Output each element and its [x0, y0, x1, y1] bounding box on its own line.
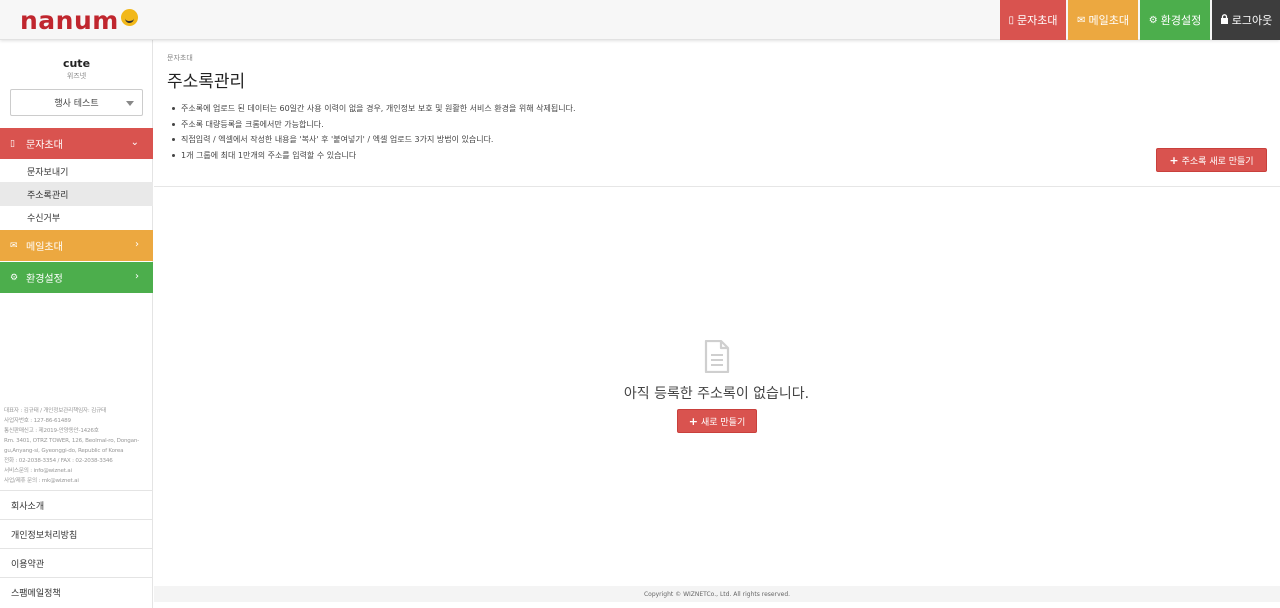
sidebar-menu-mail[interactable]: ✉ 메일초대 › — [0, 230, 153, 261]
notice-item: 주소록 대량등록을 크롬에서만 가능합니다. — [170, 119, 576, 135]
top-nav-settings-label: 환경설정 — [1160, 14, 1202, 27]
notice-item: 1개 그룹에 최대 1만개의 주소를 입력할 수 있습니다 — [170, 150, 576, 166]
chevron-down-icon: ⌄ — [130, 137, 139, 148]
new-addressbook-button-label: 주소록 새로 만들기 — [1181, 156, 1254, 167]
footer-link-label: 개인정보처리방침 — [11, 530, 78, 541]
company-info-line: 통신판매신고 : 제2019-안양동안-1426호 — [4, 428, 99, 434]
top-nav-sms-button[interactable]: ▯ 문자초대 — [1000, 0, 1066, 40]
sidebar-menu-sms-label: 문자초대 — [26, 140, 63, 151]
sidebar-item-send-sms[interactable]: 문자보내기 — [0, 159, 153, 183]
notice-item: 직접입력 / 엑셀에서 작성한 내용을 '복사' 후 '붙여넣기' / 엑셀 업… — [170, 134, 576, 150]
sidebar-item-label: 수신거부 — [27, 213, 61, 224]
sidebar-menu-settings[interactable]: ⚙ 환경설정 › — [0, 262, 153, 293]
top-nav-mail-label: 메일초대 — [1088, 14, 1129, 27]
gear-icon: ⚙ — [1148, 14, 1158, 26]
chevron-down-icon — [126, 101, 134, 106]
breadcrumb: 문자초대 — [167, 54, 193, 62]
sidebar-item-reject[interactable]: 수신거부 — [0, 205, 153, 229]
company-info-line: gu,Anyang-si, Gyeonggi-do, Republic of K… — [4, 448, 124, 454]
footer-link-label: 스팸메일정책 — [11, 588, 61, 599]
mobile-icon: ▯ — [1008, 14, 1015, 26]
envelope-icon: ✉ — [1077, 14, 1086, 26]
company-info: 대표자 : 김규태 / 개인정보관리책임자: 김규태 사업자번호 : 127-8… — [4, 406, 152, 486]
sidebar-menu-mail-label: 메일초대 — [26, 242, 63, 253]
event-select[interactable]: 행사 테스트 — [10, 89, 143, 116]
company-info-line: Rm. 3401, OTRZ TOWER, 126, Beolmal-ro, D… — [4, 438, 140, 444]
company-info-line: 사업/제휴 문의 : mk@wiznet.ai — [4, 478, 79, 484]
notice-item: 주소록에 업로드 된 데이터는 60일간 사용 이력이 없을 경우, 개인정보 … — [170, 103, 576, 119]
new-addressbook-button[interactable]: + 주소록 새로 만들기 — [1156, 148, 1267, 172]
copyright-text: Copyright © WIZNETCo., Ltd. All rights r… — [643, 590, 791, 598]
company-info-line: 사업자번호 : 127-86-61489 — [4, 418, 71, 424]
new-button[interactable]: + 새로 만들기 — [677, 409, 757, 433]
sidebar: cute 위즈넷 행사 테스트 ▯ 문자초대 ⌄ 문자보내기 주소록관리 수신거… — [0, 40, 153, 608]
user-organization: 위즈넷 — [66, 72, 87, 80]
top-bar: nanum ▯ 문자초대 ✉ 메일초대 ⚙ 환경설정 로그아웃 — [0, 0, 1280, 40]
sidebar-menu-settings-label: 환경설정 — [26, 274, 63, 285]
user-name: cute — [62, 57, 91, 70]
plus-icon: + — [688, 414, 698, 428]
chevron-right-icon: › — [135, 271, 139, 282]
top-nav-logout-button[interactable]: 로그아웃 — [1212, 0, 1280, 40]
footer-link-label: 이용약관 — [11, 559, 45, 570]
top-nav-logout-label: 로그아웃 — [1231, 14, 1273, 27]
logo-smile-icon — [120, 8, 138, 26]
sidebar-item-addressbook[interactable]: 주소록관리 — [0, 182, 153, 206]
chevron-right-icon: › — [135, 239, 139, 250]
empty-state-text: 아직 등록한 주소록이 없습니다. — [623, 386, 810, 402]
page-title: 주소록관리 — [167, 72, 246, 92]
envelope-icon: ✉ — [10, 240, 18, 251]
sidebar-menu-sms[interactable]: ▯ 문자초대 ⌄ — [0, 128, 153, 159]
footer-link-spam-policy[interactable]: 스팸메일정책 — [0, 577, 153, 606]
new-button-label: 새로 만들기 — [700, 417, 746, 428]
footer-link-privacy[interactable]: 개인정보처리방침 — [0, 519, 153, 548]
top-nav-mail-button[interactable]: ✉ 메일초대 — [1068, 0, 1138, 40]
mobile-icon: ▯ — [10, 138, 15, 149]
event-select-value: 행사 테스트 — [54, 99, 99, 109]
footer-link-label: 회사소개 — [11, 501, 45, 512]
company-info-line: 전화 : 02-2038-3354 / FAX : 02-2038-3346 — [4, 458, 113, 464]
gear-icon: ⚙ — [10, 272, 19, 283]
lock-icon — [1220, 13, 1229, 27]
plus-icon: + — [1169, 153, 1179, 167]
sidebar-item-label: 문자보내기 — [27, 167, 69, 178]
top-nav-settings-button[interactable]: ⚙ 환경설정 — [1140, 0, 1210, 40]
document-icon — [704, 339, 730, 374]
notice-list: 주소록에 업로드 된 데이터는 60일간 사용 이력이 없을 경우, 개인정보 … — [170, 103, 576, 165]
copyright-footer: Copyright © WIZNETCo., Ltd. All rights r… — [154, 586, 1280, 602]
company-info-line: 대표자 : 김규태 / 개인정보관리책임자: 김규태 — [4, 408, 106, 414]
top-nav: ▯ 문자초대 ✉ 메일초대 ⚙ 환경설정 로그아웃 — [998, 0, 1280, 40]
divider — [154, 186, 1280, 187]
sidebar-item-label: 주소록관리 — [27, 190, 69, 201]
top-nav-sms-label: 문자초대 — [1017, 14, 1058, 27]
logo-text-main: nanum — [20, 5, 119, 35]
footer-link-terms[interactable]: 이용약관 — [0, 548, 153, 577]
company-info-line: 서비스문의 : info@wiznet.ai — [4, 468, 72, 474]
footer-link-about[interactable]: 회사소개 — [0, 490, 153, 519]
nanume-logo[interactable]: nanum — [20, 5, 138, 35]
